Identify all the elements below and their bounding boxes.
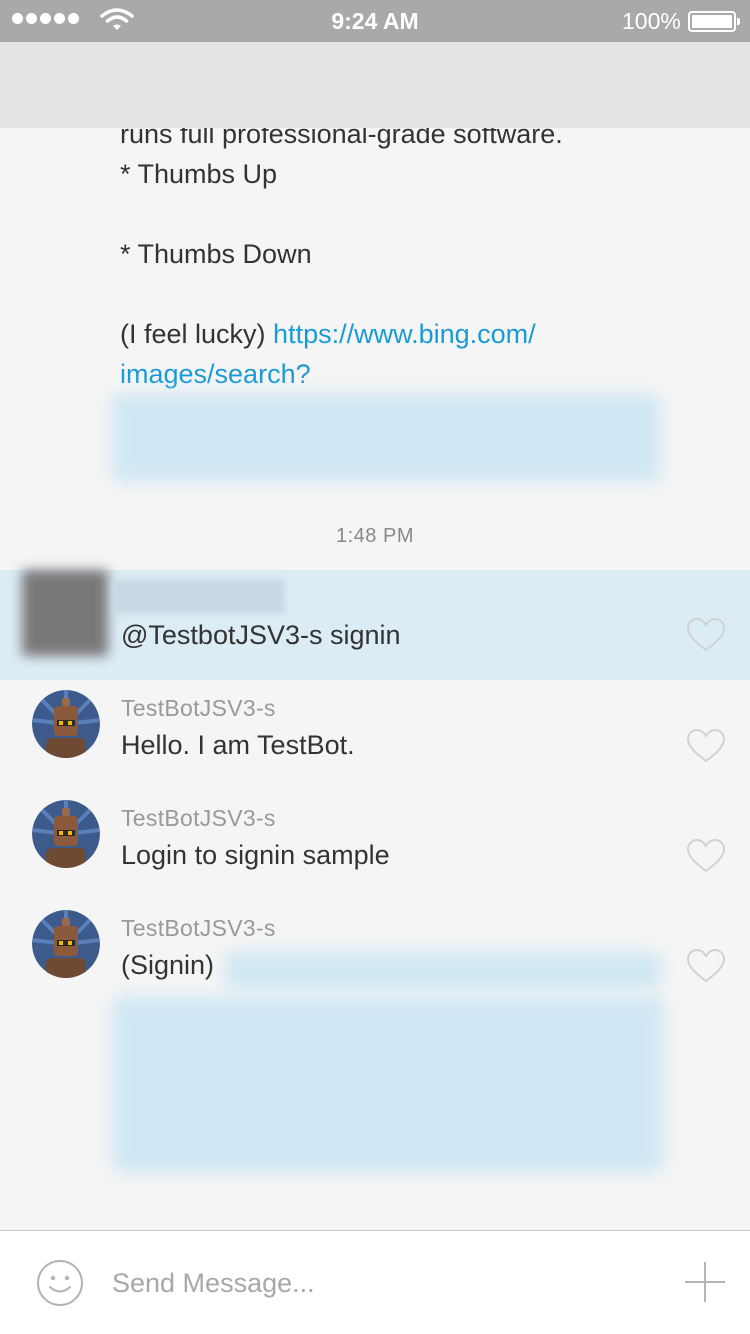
battery-icon: [688, 11, 740, 32]
conversation-list[interactable]: runs full professional-grade software. *…: [0, 42, 750, 1230]
sender-name: TestBotJSV3-s: [121, 915, 276, 941]
message-row[interactable]: @TestbotJSV3-s signin: [0, 570, 750, 680]
heart-icon[interactable]: [686, 617, 726, 653]
status-bar: 9:24 AM 100%: [0, 0, 750, 42]
previous-bot-message: runs full professional-grade software. *…: [120, 114, 680, 394]
message-text: Login to signin sample: [121, 840, 390, 870]
bot-avatar[interactable]: [32, 800, 100, 868]
message-input[interactable]: [112, 1261, 652, 1305]
plus-icon[interactable]: [684, 1261, 726, 1303]
redacted-sender-name: [113, 580, 285, 614]
battery-percentage: 100%: [622, 8, 681, 34]
message-row[interactable]: TestBotJSV3-s Login to signin sample: [0, 800, 750, 900]
chat-screen: 9:24 AM 100% runs full professional-grad…: [0, 0, 750, 1334]
message-line: * Thumbs Down: [120, 239, 312, 269]
robot-icon: [32, 910, 100, 978]
robot-icon: [32, 800, 100, 868]
message-text: @TestbotJSV3-s signin: [121, 620, 401, 650]
message-line: (I feel lucky) https://www.bing.com/: [120, 314, 680, 354]
redacted-signin-card[interactable]: [225, 952, 661, 988]
bot-avatar[interactable]: [32, 690, 100, 758]
smiley-icon[interactable]: [36, 1259, 84, 1307]
redacted-signin-card[interactable]: [112, 997, 664, 1172]
heart-icon[interactable]: [686, 838, 726, 874]
message-input-bar: [0, 1230, 750, 1334]
message-line: * Thumbs Up: [120, 159, 278, 189]
search-link[interactable]: https://www.bing.com/: [273, 319, 536, 349]
bot-avatar[interactable]: [32, 910, 100, 978]
message-text: (Signin): [121, 950, 215, 980]
robot-icon: [32, 690, 100, 758]
heart-icon[interactable]: [686, 948, 726, 984]
avatar[interactable]: [22, 570, 108, 656]
navigation-bar: [0, 42, 750, 128]
lucky-label: (I feel lucky): [120, 319, 274, 349]
message-row[interactable]: TestBotJSV3-s Hello. I am TestBot.: [0, 690, 750, 790]
sender-name: TestBotJSV3-s: [121, 695, 276, 721]
search-link-continued[interactable]: images/search?: [120, 359, 311, 389]
message-line: images/search?: [120, 354, 680, 394]
sender-name: TestBotJSV3-s: [121, 805, 276, 831]
redacted-link-text: [112, 394, 660, 482]
timestamp: 1:48 PM: [336, 525, 414, 547]
heart-icon[interactable]: [686, 728, 726, 764]
message-text: Hello. I am TestBot.: [121, 730, 355, 760]
